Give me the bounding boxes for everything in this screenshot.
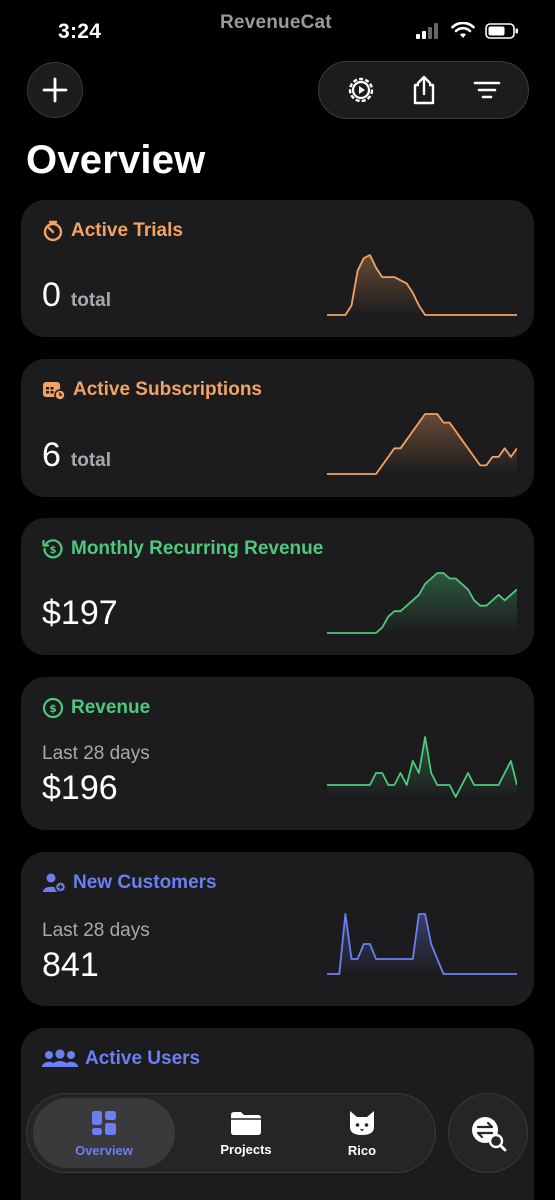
card-title: Monthly Recurring Revenue [71,538,324,559]
card-value: $196 [42,769,118,807]
timer-icon [43,220,63,242]
card-value-row: 0 total [42,276,111,315]
sparkline-area [327,737,517,797]
card-header: New Customers [42,872,217,894]
revenue-card[interactable]: $ Revenue Last 28 days $196 [21,677,534,830]
sparkline [327,572,517,634]
toolbar [318,61,529,119]
card-unit: total [70,290,112,311]
card-value-row: 6 total [42,436,111,475]
cellular-signal-icon [416,23,438,39]
card-title: Active Trials [71,220,183,241]
card-value: $197 [42,594,118,632]
folder-icon [231,1111,261,1135]
sparkline [327,254,517,316]
tab-bar: Overview Projects Rico [26,1093,436,1173]
active-subscriptions-card[interactable]: Active Subscriptions 6 total [21,359,534,497]
gear-icon [348,77,373,103]
add-user-icon [43,873,66,893]
refresh-dollar-icon: $ [42,539,63,559]
filter-icon [473,81,500,99]
settings-button[interactable] [339,68,383,112]
page-title: Overview [26,138,206,182]
dollar-circle-icon: $ [42,697,64,719]
card-unit: total [70,450,112,471]
sparkline-area [327,914,517,974]
search-transactions-icon [472,1117,507,1152]
card-value-row: $197 [42,594,118,633]
dashboard-icon [92,1110,116,1135]
tab-rico[interactable]: Rico [307,1098,417,1168]
svg-text:$: $ [49,702,57,715]
sparkline-area [327,414,517,474]
tab-projects[interactable]: Projects [191,1098,301,1168]
add-button[interactable] [27,62,83,118]
status-icons [415,22,519,40]
sparkline [327,913,517,975]
share-icon [413,75,434,105]
card-value: 0 [42,276,61,314]
card-header: Active Users [42,1048,200,1070]
tab-overview[interactable]: Overview [33,1098,175,1168]
status-brand: RevenueCat [220,12,332,33]
filter-button[interactable] [465,68,509,112]
status-bar: 3:24 RevenueCat [0,0,555,60]
search-transactions-button[interactable] [448,1093,528,1173]
plus-icon [42,77,68,103]
card-subtitle: Last 28 days [42,920,150,941]
sparkline [327,413,517,475]
tab-label: Rico [347,1142,377,1158]
calendar-icon [43,382,66,401]
card-value-row: $196 [42,769,118,808]
card-title: Revenue [71,697,151,718]
card-header: Active Trials [42,220,183,242]
card-title: New Customers [73,872,217,893]
card-value: 841 [42,946,99,984]
card-header: $ Revenue [42,697,150,719]
card-header: Active Subscriptions [42,379,262,401]
battery-icon [485,23,518,39]
share-button[interactable] [402,68,446,112]
mrr-card[interactable]: $ Monthly Recurring Revenue $197 [21,518,534,655]
card-value-row: 841 [42,946,99,985]
status-time: 3:24 [58,20,102,43]
users-icon [42,1049,78,1067]
new-customers-card[interactable]: New Customers Last 28 days 841 [21,852,534,1006]
sparkline [327,736,517,798]
cat-icon [350,1110,374,1135]
card-value: 6 [42,436,61,474]
active-trials-card[interactable]: Active Trials 0 total [21,200,534,337]
card-title: Active Users [85,1048,201,1069]
card-subtitle: Last 28 days [42,743,150,764]
wifi-icon [451,22,475,38]
card-title: Active Subscriptions [73,379,262,400]
tab-label: Overview [75,1142,133,1158]
card-header: $ Monthly Recurring Revenue [42,538,323,560]
tab-label: Projects [220,1141,272,1157]
svg-text:$: $ [50,545,57,556]
